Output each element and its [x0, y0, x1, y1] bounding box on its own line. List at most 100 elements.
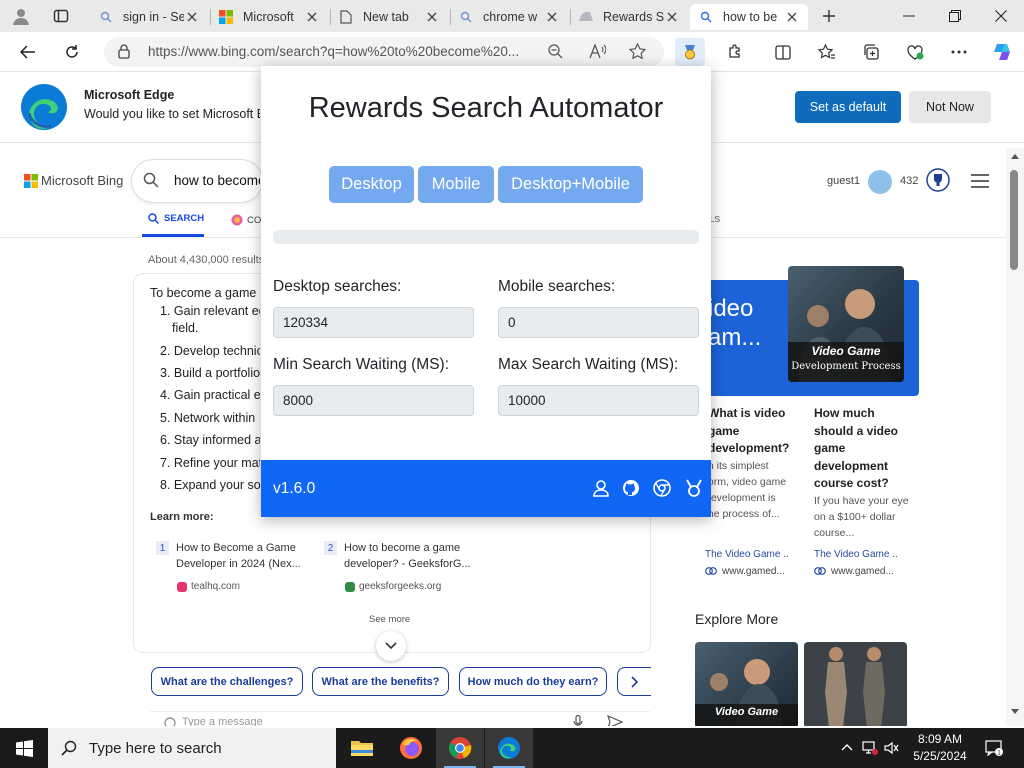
- tab-5-active[interactable]: how to be: [690, 4, 808, 30]
- firefox-icon[interactable]: [387, 728, 435, 768]
- results-count: About 4,430,000 results: [148, 254, 265, 266]
- close-icon[interactable]: [664, 9, 680, 25]
- source-title[interactable]: How to Become a Game Developer in 2024 (…: [176, 540, 312, 572]
- source-card[interactable]: 1 How to Become a Game Developer in 2024…: [156, 533, 314, 595]
- url-field[interactable]: https://www.bing.com/search?q=how%20to%2…: [104, 37, 664, 67]
- chat-icon: [164, 717, 176, 726]
- close-icon[interactable]: [544, 9, 560, 25]
- question-url[interactable]: www.gamed...: [831, 566, 894, 577]
- rewards-extension-icon[interactable]: [675, 38, 705, 66]
- close-icon[interactable]: [424, 9, 440, 25]
- favorites-icon[interactable]: [812, 38, 842, 66]
- read-aloud-icon[interactable]: [589, 44, 606, 59]
- answer-step-cont: field.: [172, 321, 199, 335]
- rewards-badge-icon[interactable]: [868, 170, 892, 194]
- scroll-down-icon[interactable]: [1010, 708, 1020, 716]
- answer-step: 8. Expand your so: [160, 478, 260, 492]
- mobile-button[interactable]: Mobile: [418, 166, 494, 203]
- medal-icon[interactable]: [926, 168, 950, 192]
- scrollbar-thumb[interactable]: [1010, 170, 1018, 270]
- question-source[interactable]: The Video Game ...: [705, 549, 789, 560]
- set-default-button[interactable]: Set as default: [795, 91, 901, 123]
- notifications-icon[interactable]: 1: [985, 740, 1003, 756]
- minimize-icon[interactable]: [886, 0, 932, 32]
- medal-icon[interactable]: [685, 479, 703, 497]
- github-icon[interactable]: [622, 479, 640, 497]
- microsoft-logo-icon: [24, 173, 38, 188]
- profile-icon[interactable]: [8, 4, 34, 28]
- tab-actions-icon[interactable]: [48, 4, 74, 28]
- rewards-points[interactable]: 432: [900, 175, 918, 187]
- new-tab-icon[interactable]: [816, 4, 842, 28]
- close-icon[interactable]: [784, 9, 800, 25]
- bing-logo[interactable]: Microsoft Bing: [24, 173, 123, 188]
- browser-essentials-icon[interactable]: [900, 38, 930, 66]
- extensions-icon[interactable]: [720, 38, 750, 66]
- refresh-icon[interactable]: [57, 38, 87, 66]
- close-icon[interactable]: [304, 9, 320, 25]
- edge-icon[interactable]: [485, 728, 533, 768]
- file-explorer-icon[interactable]: [338, 728, 386, 768]
- send-icon[interactable]: [607, 715, 623, 726]
- chevron-up-icon[interactable]: [839, 740, 855, 756]
- chrome-icon[interactable]: [653, 479, 671, 497]
- question-title[interactable]: How much should a video game development…: [814, 405, 910, 493]
- expand-button[interactable]: [376, 631, 406, 661]
- mobile-searches-input[interactable]: 0: [498, 307, 699, 338]
- restore-icon[interactable]: [932, 0, 978, 32]
- user-name[interactable]: guest1: [827, 175, 860, 187]
- network-icon[interactable]: [862, 740, 878, 756]
- tab-3[interactable]: chrome w: [450, 4, 568, 30]
- video-thumbnail[interactable]: Video Game Development Process: [788, 266, 904, 382]
- version-label: v1.6.0: [273, 480, 316, 497]
- question-source[interactable]: The Video Game ...: [814, 549, 898, 560]
- taskbar-search[interactable]: Type here to search: [48, 728, 336, 768]
- thumbnail-caption: Video Game: [811, 344, 881, 358]
- question-url[interactable]: www.gamed...: [722, 566, 785, 577]
- split-screen-icon[interactable]: [768, 38, 798, 66]
- close-window-icon[interactable]: [978, 0, 1024, 32]
- source-number: 2: [324, 541, 337, 555]
- favorite-star-icon[interactable]: [629, 43, 646, 59]
- chip-next-button[interactable]: [617, 667, 651, 696]
- question-title[interactable]: What is video game development?: [708, 405, 792, 458]
- max-wait-input[interactable]: 10000: [498, 385, 699, 416]
- profile-icon[interactable]: [592, 479, 610, 497]
- microphone-icon[interactable]: [573, 715, 583, 726]
- desktop-mobile-button[interactable]: Desktop+Mobile: [498, 166, 643, 203]
- source-title[interactable]: How to become a game developer? - Geeksf…: [344, 540, 480, 572]
- tab-1[interactable]: Microsoft: [210, 4, 328, 30]
- min-wait-input[interactable]: 8000: [273, 385, 474, 416]
- see-more-label[interactable]: See more: [369, 614, 410, 625]
- suggestion-chip[interactable]: What are the benefits?: [312, 667, 449, 696]
- more-menu-icon[interactable]: [944, 38, 974, 66]
- copilot-icon[interactable]: [987, 38, 1017, 66]
- not-now-button[interactable]: Not Now: [909, 91, 991, 123]
- lock-icon[interactable]: [118, 44, 130, 59]
- chrome-icon[interactable]: [436, 728, 484, 768]
- suggestion-chip[interactable]: How much do they earn?: [459, 667, 607, 696]
- tab-0[interactable]: sign in - Se: [90, 4, 208, 30]
- collections-icon[interactable]: [856, 38, 886, 66]
- back-icon[interactable]: [13, 38, 43, 66]
- scroll-up-icon[interactable]: [1010, 152, 1020, 160]
- desktop-button[interactable]: Desktop: [329, 166, 414, 203]
- explore-image[interactable]: [804, 642, 907, 726]
- desktop-searches-input[interactable]: 120334: [273, 307, 474, 338]
- tab-search[interactable]: SEARCH: [148, 213, 204, 224]
- hamburger-menu-icon[interactable]: [971, 174, 989, 188]
- max-wait-label: Max Search Waiting (MS):: [498, 356, 679, 373]
- source-card[interactable]: 2 How to become a game developer? - Geek…: [324, 533, 482, 595]
- explore-image[interactable]: Video Game: [695, 642, 798, 726]
- search-query[interactable]: how to become a game developer: [174, 173, 260, 188]
- system-clock[interactable]: 8:09 AM 5/25/2024: [912, 731, 968, 765]
- close-icon[interactable]: [184, 9, 200, 25]
- start-button[interactable]: [0, 728, 48, 768]
- suggestion-chip[interactable]: What are the challenges?: [151, 667, 303, 696]
- volume-icon[interactable]: [883, 740, 899, 756]
- message-input[interactable]: Type a message: [182, 716, 263, 726]
- tab-4[interactable]: Rewards S: [570, 4, 688, 30]
- zoom-icon[interactable]: [548, 44, 563, 59]
- tab-2[interactable]: New tab: [330, 4, 448, 30]
- tab-copilot[interactable]: CO: [247, 215, 261, 226]
